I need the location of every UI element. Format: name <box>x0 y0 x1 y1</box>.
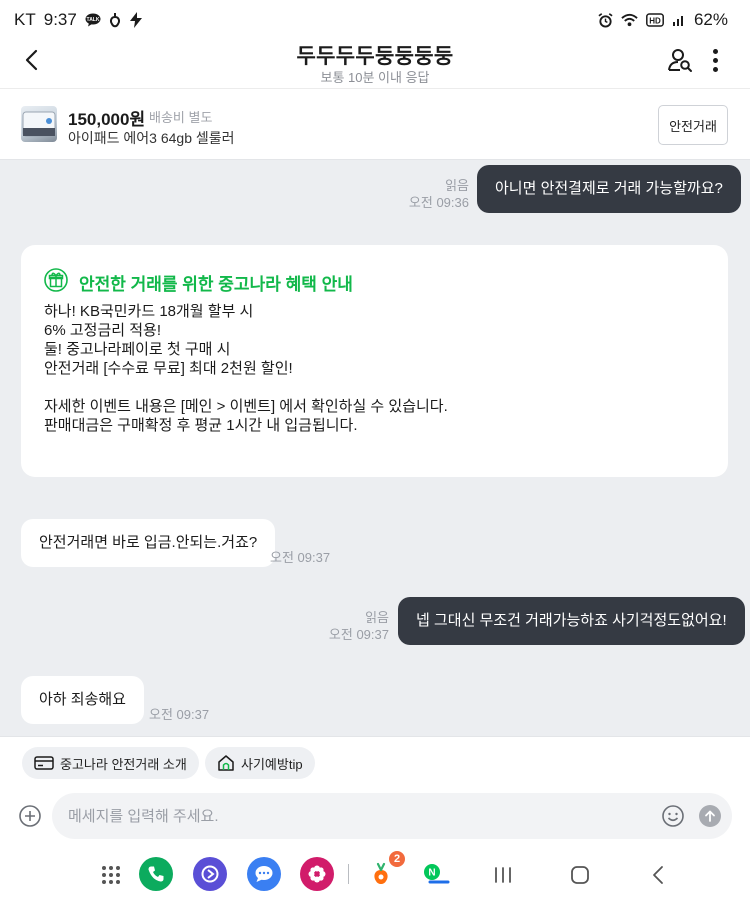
smiley-icon <box>662 805 684 827</box>
attach-button[interactable] <box>18 804 42 828</box>
browser-icon <box>201 865 219 883</box>
recent-apps-button[interactable] <box>489 861 517 889</box>
more-options-button[interactable] <box>704 46 726 74</box>
carrot-notification-icon <box>109 12 121 28</box>
message-input[interactable] <box>68 793 648 839</box>
carrier-label: KT <box>14 10 36 29</box>
safe-trade-intro-chip[interactable]: 중고나라 안전거래 소개 <box>22 747 199 779</box>
message-meta: 읽음 오전 09:37 <box>316 609 389 643</box>
messages-app[interactable] <box>247 857 281 891</box>
home-button[interactable] <box>566 861 594 889</box>
chip-label: 중고나라 안전거래 소개 <box>60 756 187 772</box>
carrot-icon <box>374 862 388 884</box>
chat-bubble-icon <box>255 866 273 882</box>
profile-search-button[interactable] <box>666 46 694 74</box>
message-composer <box>52 793 732 839</box>
internet-browser-app[interactable] <box>193 857 227 891</box>
plus-circle-icon <box>19 805 41 827</box>
signal-icon <box>672 13 686 27</box>
page-title: 두두두두둥둥둥둥 <box>296 45 454 68</box>
home-square-icon <box>571 866 589 884</box>
message-time: 오전 09:36 <box>408 195 469 210</box>
product-bar[interactable]: 150,000원 배송비 별도 아이패드 에어3 64gb 셀룰러 안전거래 <box>0 88 750 160</box>
arrow-up-icon <box>705 810 715 822</box>
gallery-app[interactable] <box>300 857 334 891</box>
app-drawer-button[interactable] <box>97 861 125 889</box>
read-receipt: 읽음 <box>365 610 389 625</box>
clock: 9:37 <box>43 10 77 29</box>
send-button[interactable] <box>699 805 721 827</box>
notification-badge: 2 <box>389 851 405 867</box>
other-message-bubble[interactable]: 안전거래면 바로 입금.안되는.거죠? <box>21 519 276 567</box>
status-left: KT 9:37 TALK <box>14 10 143 30</box>
product-name: 아이패드 에어3 64gb 셀룰러 <box>68 130 235 146</box>
alarm-icon <box>598 12 613 28</box>
wifi-icon <box>621 13 638 27</box>
read-receipt: 읽음 <box>445 178 469 193</box>
more-dot-icon <box>712 66 718 72</box>
notice-body: 하나! KB국민카드 18개월 할부 시 6% 고정금리 적용! 둘! 중고나라… <box>44 302 448 435</box>
chip-label: 사기예방tip <box>241 756 303 772</box>
phone-app[interactable] <box>139 857 173 891</box>
bolt-notification-icon <box>129 12 143 28</box>
bottom-panel: 중고나라 안전거래 소개 사기예방tip 2 <box>0 736 750 900</box>
phone-icon <box>148 866 164 882</box>
notice-title: 안전한 거래를 위한 중고나라 혜택 안내 <box>79 275 353 294</box>
notice-line: 자세한 이벤트 내용은 [메인 > 이벤트] 에서 확인하실 수 있습니다. <box>44 398 448 415</box>
talk-notification-icon: TALK <box>85 13 101 27</box>
flower-icon <box>308 865 326 883</box>
message-meta: 읽음 오전 09:36 <box>396 177 469 211</box>
my-message-bubble[interactable]: 아니면 안전결제로 거래 가능할까요? <box>477 165 741 213</box>
system-back-button[interactable] <box>644 861 672 889</box>
naver-app[interactable]: N <box>418 857 452 891</box>
notice-line <box>44 378 448 397</box>
chevron-left-icon <box>653 866 663 884</box>
notice-card: 안전한 거래를 위한 중고나라 혜택 안내 하나! KB국민카드 18개월 할부… <box>21 245 728 477</box>
chat-area[interactable]: 읽음 오전 09:36 아니면 안전결제로 거래 가능할까요? 안전한 거래를 … <box>0 160 750 736</box>
svg-text:HD: HD <box>649 17 661 26</box>
more-dot-icon <box>712 48 718 54</box>
product-thumbnail[interactable] <box>21 106 57 142</box>
response-time-label: 보통 10분 이내 응답 <box>320 70 430 85</box>
apps-grid-icon <box>102 866 120 884</box>
status-right: HD 62% <box>598 10 728 30</box>
product-price: 150,000원 <box>68 110 146 129</box>
message-time: 오전 09:37 <box>270 550 331 565</box>
other-message-bubble[interactable]: 아하 죄송해요 <box>21 676 144 724</box>
svg-text:TALK: TALK <box>86 17 99 23</box>
safe-trade-button[interactable]: 안전거래 <box>658 105 728 145</box>
emoji-button[interactable] <box>661 804 685 828</box>
carrot-market-app[interactable]: 2 <box>364 851 405 891</box>
battery-label: 62% <box>693 10 728 29</box>
message-time: 오전 09:37 <box>149 707 210 722</box>
status-bar: KT 9:37 TALK HD 62% <box>0 0 750 40</box>
chat-header: 두두두두둥둥둥둥 보통 10분 이내 응답 <box>0 40 750 88</box>
gift-icon <box>44 268 68 292</box>
notice-line: 둘! 중고나라페이로 첫 구매 시 <box>44 341 231 358</box>
naver-icon: N <box>424 864 450 884</box>
recents-icon <box>495 867 511 883</box>
shipping-note: 배송비 별도 <box>149 110 213 125</box>
svg-text:N: N <box>428 868 435 879</box>
home-shield-icon <box>218 755 234 771</box>
fraud-prevention-tip-chip[interactable]: 사기예방tip <box>205 747 315 779</box>
more-dot-icon <box>712 57 718 63</box>
notice-line: 6% 고정금리 적용! <box>44 322 161 339</box>
notice-line: 하나! KB국민카드 18개월 할부 시 <box>44 303 254 320</box>
notice-line: 안전거래 [수수료 무료] 최대 2천원 할인! <box>44 360 293 377</box>
message-time: 오전 09:37 <box>328 627 389 642</box>
dock-divider <box>348 864 349 884</box>
user-search-icon <box>668 49 692 72</box>
card-icon <box>34 756 54 770</box>
my-message-bubble[interactable]: 넵 그대신 무조건 거래가능하죠 사기걱정도없어요! <box>398 597 745 645</box>
hd-voice-icon: HD <box>646 13 664 27</box>
notice-line: 판매대금은 구매확정 후 평균 1시간 내 입금됩니다. <box>44 417 358 434</box>
